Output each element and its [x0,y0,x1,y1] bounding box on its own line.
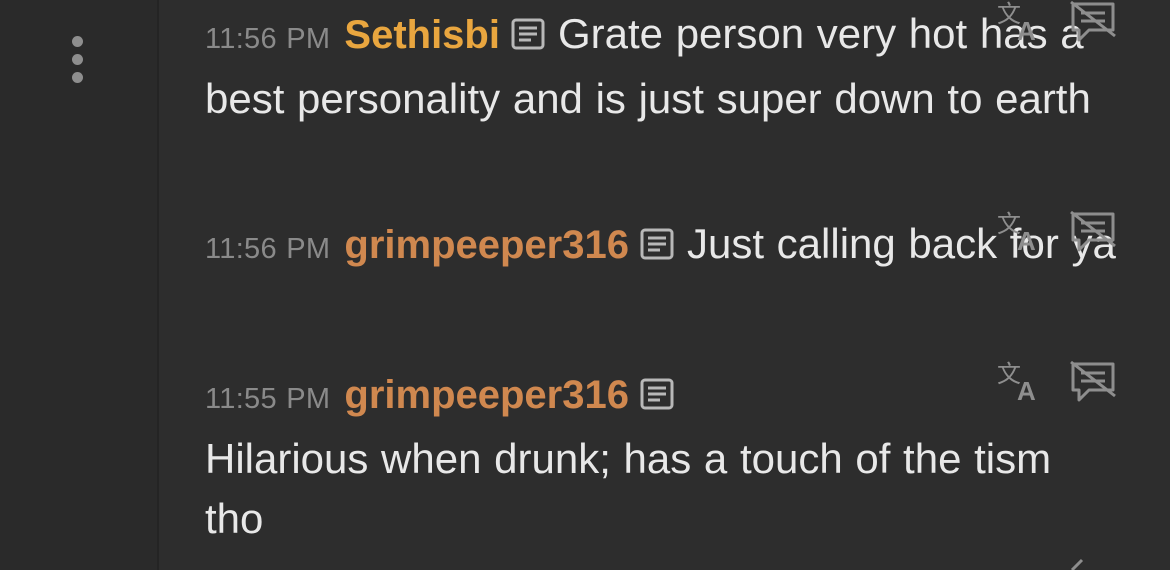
message-timestamp: 11:56 PM [205,23,331,55]
message-timestamp: 11:55 PM [205,383,331,415]
translate-icon[interactable]: 文 A [995,358,1043,406]
message-actions: 文 A [995,358,1135,408]
hide-message-icon[interactable] [1067,208,1119,256]
message-actions: 文 A [995,208,1135,258]
message-username[interactable]: Sethisbi [344,13,500,57]
svg-text:A: A [1017,16,1036,46]
note-icon[interactable] [510,16,546,52]
chat-page: 11:56 PM Sethisbi Grate person very hot ha… [0,0,1170,570]
left-rail [0,0,159,570]
message-body: 11:55 PM grimpeeper316 Hilarious when drun… [205,364,1120,549]
svg-text:A: A [1017,376,1036,406]
chat-message: 11:55 PM grimpeeper316 Hilarious when drun… [205,360,1135,549]
note-icon[interactable] [639,376,675,412]
message-username[interactable]: grimpeeper316 [344,223,629,267]
kebab-menu-icon[interactable] [66,34,90,88]
message-text: Grate person very hot has a best persona… [205,10,1091,122]
kebab-dot [72,72,83,83]
message-username[interactable]: grimpeeper316 [344,373,629,417]
message-body: 11:56 PM Sethisbi Grate person very hot ha… [205,4,1120,129]
hide-message-icon[interactable] [1067,0,1119,46]
kebab-dot [72,36,83,47]
svg-text:A: A [1017,226,1036,256]
translate-icon [1068,556,1098,570]
chat-message: 11:56 PM grimpeeper316 Just calling back f… [205,210,1135,279]
note-icon[interactable] [639,226,675,262]
translate-icon[interactable]: 文 A [995,208,1043,256]
message-timestamp: 11:56 PM [205,233,331,265]
kebab-dot [72,54,83,65]
message-actions: 文 A [995,0,1135,48]
chat-message: 11:56 PM Sethisbi Grate person very hot ha… [205,0,1135,129]
message-text: Hilarious when drunk; has a touch of the… [205,435,1052,542]
message-body: 11:56 PM grimpeeper316 Just calling back f… [205,214,1120,279]
translate-icon[interactable]: 文 A [995,0,1043,46]
hide-message-icon[interactable] [1067,358,1119,406]
